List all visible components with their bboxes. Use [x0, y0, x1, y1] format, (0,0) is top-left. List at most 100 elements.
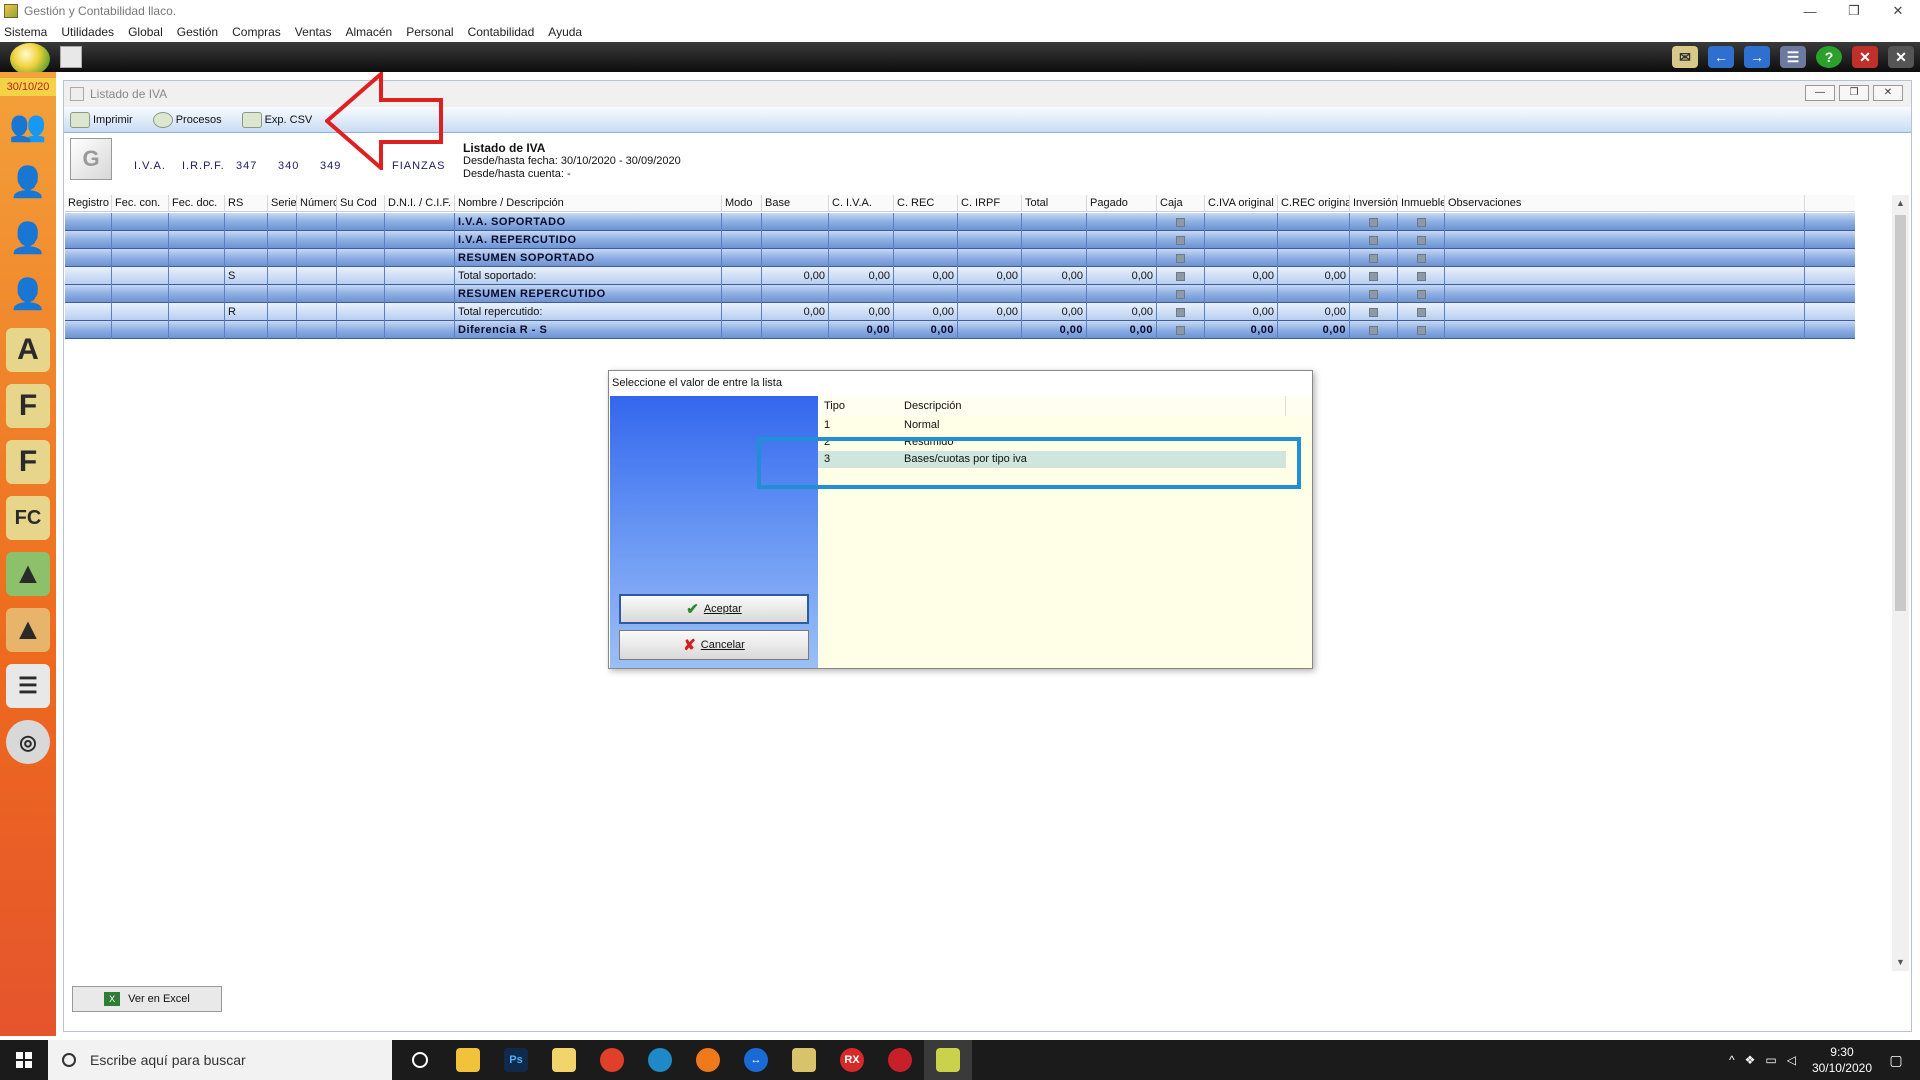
grid-col-header[interactable]: RS [225, 195, 268, 212]
chrome-icon[interactable] [588, 1040, 636, 1080]
photoshop-icon[interactable]: Ps [492, 1040, 540, 1080]
tab-340[interactable]: 340 [278, 160, 299, 172]
mail-icon[interactable]: ✉ [1672, 46, 1698, 68]
grid-col-header[interactable]: D.N.I. / C.I.F. [385, 195, 455, 212]
checkbox-icon[interactable] [1176, 218, 1185, 227]
menu-gestion[interactable]: Gestión [177, 25, 218, 39]
opera-icon[interactable] [876, 1040, 924, 1080]
disc-icon[interactable]: ◎ [6, 720, 50, 764]
forward-arrow-icon[interactable]: → [1744, 46, 1770, 68]
grid-col-header[interactable]: Total [1022, 195, 1087, 212]
scroll-down-icon[interactable]: ▼ [1892, 954, 1909, 971]
scroll-up-icon[interactable]: ▲ [1892, 195, 1909, 212]
checkbox-icon[interactable] [1416, 236, 1426, 245]
grid-col-header[interactable]: Fec. con. [112, 195, 169, 212]
checkbox-icon[interactable] [1416, 290, 1426, 299]
grid-col-header[interactable]: Fec. doc. [169, 195, 225, 212]
grid-col-header[interactable]: C. IRPF [958, 195, 1022, 212]
table-row[interactable]: RESUMEN SOPORTADO [65, 249, 1855, 267]
print-button[interactable]: Imprimir [70, 111, 133, 128]
checkbox-icon[interactable] [1416, 272, 1426, 281]
invoices-f-icon[interactable]: F [6, 384, 50, 428]
accept-button[interactable]: ✔ Aceptar [619, 594, 809, 624]
rx-icon[interactable]: RX [828, 1040, 876, 1080]
back-arrow-icon[interactable]: ← [1708, 46, 1734, 68]
windows-icon[interactable]: ☰ [1780, 46, 1806, 68]
grid-col-header[interactable]: Base [762, 195, 829, 212]
grid-col-header[interactable]: Pagado [1087, 195, 1157, 212]
folder-icon[interactable] [540, 1040, 588, 1080]
checkbox-icon[interactable] [1369, 236, 1378, 245]
tab-iva[interactable]: I.V.A. [134, 160, 166, 172]
checkbox-icon[interactable] [1416, 326, 1426, 335]
checkbox-icon[interactable] [1176, 326, 1185, 335]
grid-col-header[interactable]: Observaciones [1445, 195, 1805, 212]
clock[interactable]: 9:30 30/10/2020 [1812, 1044, 1872, 1076]
grid-col-header[interactable]: Nombre / Descripción [455, 195, 722, 212]
table-row[interactable]: S Total soportado: 0,00 0,00 0,00 0,00 0,00 0,0… [65, 267, 1855, 285]
grid-col-header[interactable]: C. I.V.A. [829, 195, 894, 212]
restore-button[interactable]: ❐ [1832, 0, 1876, 22]
checkbox-icon[interactable] [1369, 290, 1378, 299]
user-agent-icon[interactable]: 👤 [6, 272, 50, 316]
menu-contabilidad[interactable]: Contabilidad [468, 25, 535, 39]
app-orb-icon[interactable] [10, 43, 50, 75]
table-row[interactable]: RESUMEN REPERCUTIDO [65, 285, 1855, 303]
users-group-icon[interactable]: 👥 [6, 104, 50, 148]
excel-button[interactable]: X Ver en Excel [72, 986, 222, 1012]
checkbox-icon[interactable] [1176, 254, 1185, 263]
user-icon[interactable]: 👤 [6, 160, 50, 204]
dialog-list-item[interactable]: 1 Normal [818, 417, 1286, 434]
grid-col-header[interactable]: Número [297, 195, 337, 212]
invoices-f2-icon[interactable]: F [6, 440, 50, 484]
grid-col-header[interactable]: C. REC [894, 195, 958, 212]
user-provider-icon[interactable]: 👤 [6, 216, 50, 260]
tab-irpf[interactable]: I.R.P.F. [182, 160, 225, 172]
menu-utilidades[interactable]: Utilidades [61, 25, 114, 39]
checkbox-icon[interactable] [1176, 308, 1185, 317]
export-csv-button[interactable]: Exp. CSV [241, 111, 312, 128]
task-view-icon[interactable] [396, 1040, 444, 1080]
checkbox-icon[interactable] [1369, 254, 1378, 263]
vertical-scrollbar[interactable]: ▲ ▼ [1892, 195, 1909, 971]
checkbox-icon[interactable] [1416, 254, 1426, 263]
child-minimize-button[interactable]: — [1805, 85, 1835, 101]
child-close-button[interactable]: ✕ [1873, 85, 1903, 101]
table-row[interactable]: I.V.A. REPERCUTIDO [65, 231, 1855, 249]
list-icon[interactable]: ☰ [6, 664, 50, 708]
grid-col-header[interactable]: Modo [722, 195, 762, 212]
grid-col-header[interactable]: Caja [1157, 195, 1205, 212]
table-row[interactable]: I.V.A. SOPORTADO [65, 213, 1855, 231]
menu-ayuda[interactable]: Ayuda [548, 25, 582, 39]
table-row[interactable]: Diferencia R - S 0,00 0,00 0,00 0,00 0,00 0,00 [65, 321, 1855, 339]
checkbox-icon[interactable] [1369, 326, 1378, 335]
menu-sistema[interactable]: Sistema [4, 25, 47, 39]
tray-chevron-icon[interactable]: ^ [1729, 1053, 1735, 1067]
grid-col-header[interactable]: Registro [65, 195, 112, 212]
page-icon[interactable] [60, 46, 82, 68]
checkbox-icon[interactable] [1176, 236, 1185, 245]
close-window-icon[interactable]: ✕ [1852, 46, 1878, 68]
checkbox-icon[interactable] [1416, 218, 1426, 227]
articles-a-icon[interactable]: A [6, 328, 50, 372]
taskbar-search[interactable]: Escribe aquí para buscar [48, 1040, 392, 1080]
scroll-thumb[interactable] [1895, 215, 1906, 611]
menu-personal[interactable]: Personal [406, 25, 453, 39]
grid-col-header[interactable]: C.REC original [1278, 195, 1350, 212]
cancel-button[interactable]: ✘ Cancelar [619, 630, 809, 660]
checkbox-icon[interactable] [1369, 218, 1378, 227]
checkbox-icon[interactable] [1176, 290, 1185, 299]
network-icon[interactable]: ▭ [1765, 1053, 1776, 1067]
process-button[interactable]: Procesos [152, 111, 222, 128]
grid-col-header[interactable]: Su Cod [337, 195, 385, 212]
checkbox-icon[interactable] [1176, 272, 1185, 281]
help-icon[interactable]: ? [1816, 46, 1842, 68]
grid-col-header[interactable]: C.IVA original [1205, 195, 1278, 212]
table-row[interactable]: R Total repercutido: 0,00 0,00 0,00 0,00 0,00 0… [65, 303, 1855, 321]
menu-compras[interactable]: Compras [232, 25, 281, 39]
teamviewer-icon[interactable]: ↔ [732, 1040, 780, 1080]
dropbox-icon[interactable]: ❖ [1745, 1053, 1756, 1067]
grid-col-header[interactable]: Serie [268, 195, 297, 212]
exit-icon[interactable]: ✕ [1888, 46, 1914, 68]
menu-ventas[interactable]: Ventas [295, 25, 332, 39]
